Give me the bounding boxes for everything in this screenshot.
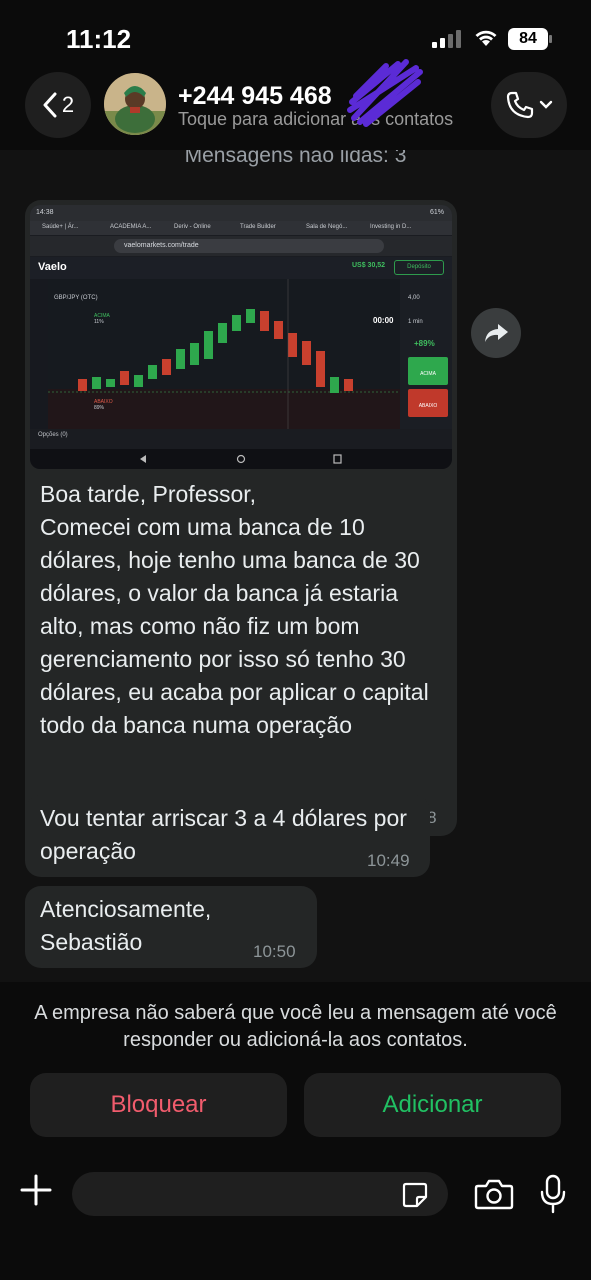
- chat-area[interactable]: Mensagens não lidas: 3 14:38 61% Saúde+ …: [0, 150, 591, 982]
- candle: [218, 323, 227, 343]
- unread-chats-count: 2: [61, 92, 75, 117]
- wifi-icon: [475, 30, 497, 46]
- sentiment-down-pct: 89%: [94, 405, 105, 411]
- forward-button[interactable]: [471, 308, 521, 358]
- browser-tabs: Saúde+ | Ár... ACADEMIA A... Deriv - Onl…: [30, 221, 452, 235]
- candle: [190, 343, 199, 365]
- trading-app-header: Vaelo US$ 30,52 Depósito: [30, 257, 452, 279]
- url-field: vaelomarkets.com/trade: [114, 239, 384, 253]
- plus-icon[interactable]: [18, 1172, 54, 1208]
- message-time: 10:49: [367, 851, 410, 870]
- trade-amount: 4,00: [408, 295, 420, 301]
- camera-icon[interactable]: [474, 1177, 514, 1211]
- screenshot-battery: 61%: [430, 209, 445, 216]
- payout-percentage: +89%: [414, 339, 435, 348]
- candle: [148, 365, 157, 379]
- browser-tab: Saúde+ | Ár...: [42, 224, 79, 230]
- trading-footer: Opções (0): [30, 429, 452, 449]
- candle: [120, 371, 129, 385]
- unread-messages-label: Mensagens não lidas: 3: [184, 150, 407, 167]
- trade-panel: 4,00 1 min +89% ACIMA ABAIXO: [400, 279, 452, 429]
- candle: [232, 315, 241, 331]
- profile-photo: [104, 73, 166, 135]
- buy-up-button: ACIMA: [408, 357, 448, 385]
- chat-header: 2 +244 945 468 Toque para adicionar aos …: [0, 59, 591, 154]
- back-button[interactable]: 2: [25, 72, 91, 138]
- cellular-signal-icon: [432, 30, 462, 48]
- candle: [316, 351, 325, 387]
- message-bubble[interactable]: Atenciosamente, Sebastião 10:50: [25, 886, 317, 968]
- open-options-label: Opções (0): [38, 432, 68, 438]
- message-text: Vou tentar arriscar 3 a 4 dólares por op…: [40, 805, 407, 864]
- asset-name: GBP/JPY (OTC): [54, 295, 98, 301]
- chevron-left-icon: [43, 92, 57, 118]
- contact-number[interactable]: +244 945 468: [178, 82, 332, 111]
- battery-indicator: 84: [508, 28, 548, 50]
- screenshot-status-time: 14:38: [36, 209, 54, 216]
- candle: [92, 377, 101, 389]
- candle: [106, 379, 115, 387]
- trade-duration: 1 min: [408, 319, 423, 325]
- redaction-scribble: [347, 59, 423, 127]
- candle: [274, 321, 283, 339]
- candles: [78, 309, 353, 393]
- battery-tip: [549, 35, 552, 43]
- call-button[interactable]: [491, 72, 567, 138]
- trade-timer: 00:00: [373, 316, 394, 325]
- candle: [134, 375, 143, 387]
- candle: [260, 311, 269, 331]
- trading-left-rail: [30, 279, 48, 429]
- message-bubble[interactable]: Vou tentar arriscar 3 a 4 dólares por op…: [25, 795, 430, 877]
- sticker-icon[interactable]: [400, 1180, 430, 1210]
- browser-tab: Trade Builder: [240, 224, 276, 230]
- candle: [302, 341, 311, 365]
- browser-address-bar: vaelomarkets.com/trade: [30, 236, 452, 256]
- browser-tab: Sala de Negó...: [306, 224, 348, 230]
- sentiment-up-pct: 11%: [94, 319, 104, 325]
- browser-tab: Investing in D...: [370, 224, 412, 230]
- android-nav-bar: [30, 449, 452, 469]
- candle: [204, 331, 213, 359]
- status-bar: 11:12 84: [0, 0, 591, 64]
- block-button[interactable]: Bloquear: [30, 1073, 287, 1137]
- candle: [344, 379, 353, 391]
- app-logo: Vaelo: [38, 261, 67, 273]
- candles-svg: GBP/JPY (OTC) 00:00 ACIMA 11% ABAIXO 89%: [48, 279, 400, 429]
- message-bubble-with-image[interactable]: 14:38 61% Saúde+ | Ár... ACADEMIA A... D…: [25, 200, 457, 836]
- add-contact-button[interactable]: Adicionar: [304, 1073, 561, 1137]
- message-composer: [0, 1150, 591, 1280]
- business-notice: A empresa não saberá que você leu a mens…: [34, 1002, 557, 1051]
- candle: [288, 333, 297, 357]
- avatar[interactable]: [104, 73, 166, 135]
- browser-tab: Deriv - Online: [174, 224, 211, 230]
- account-balance: US$ 30,52: [352, 262, 386, 269]
- microphone-icon[interactable]: [538, 1174, 568, 1214]
- message-text: Boa tarde, Professor, Comecei com uma ba…: [40, 481, 429, 738]
- candle: [330, 377, 339, 393]
- attached-screenshot[interactable]: 14:38 61% Saúde+ | Ár... ACADEMIA A... D…: [30, 205, 452, 469]
- message-time: 10:50: [253, 942, 296, 961]
- message-input[interactable]: [72, 1172, 448, 1216]
- candlestick-chart: GBP/JPY (OTC) 00:00 ACIMA 11% ABAIXO 89%: [48, 279, 400, 429]
- deposit-button: Depósito: [394, 260, 444, 275]
- status-time: 11:12: [66, 24, 132, 54]
- forward-arrow-icon: [485, 324, 508, 342]
- chevron-down-icon: [539, 100, 553, 109]
- candle: [162, 359, 171, 375]
- phone-icon: [506, 91, 534, 119]
- browser-tab: ACADEMIA A...: [110, 224, 152, 230]
- sell-down-button: ABAIXO: [408, 389, 448, 417]
- candle: [78, 379, 87, 391]
- candle: [246, 309, 255, 323]
- candle: [176, 349, 185, 369]
